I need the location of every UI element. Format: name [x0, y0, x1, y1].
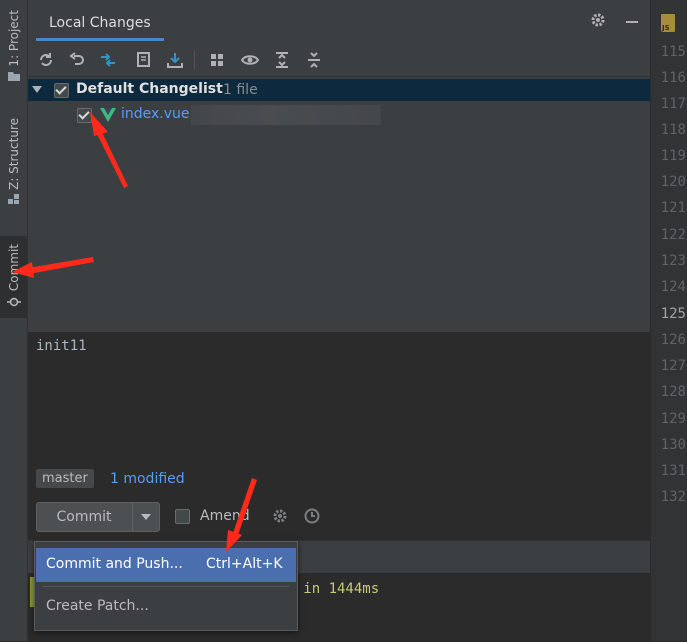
- line-number: 122: [660, 227, 686, 243]
- changelist-name: Default Changelist: [76, 81, 223, 97]
- tool-window-header: Local Changes: [28, 0, 650, 41]
- shelve-icon[interactable]: [132, 48, 156, 72]
- gear-icon[interactable]: [590, 12, 606, 28]
- modified-link[interactable]: 1 modified: [110, 471, 185, 487]
- line-number: 117: [660, 96, 686, 112]
- menu-item-shortcut: Ctrl+Alt+K: [206, 556, 283, 572]
- line-number: 127: [660, 358, 686, 374]
- editor-gutter: JS 115 116 117 118 119 120 121 122 123 1…: [650, 0, 687, 641]
- vue-file-icon: [100, 108, 116, 122]
- line-number: 118: [660, 122, 686, 138]
- line-number: 132: [660, 489, 686, 505]
- menu-item-commit-and-push[interactable]: Commit and Push... Ctrl+Alt+K: [36, 548, 296, 582]
- js-file-icon[interactable]: JS: [661, 14, 675, 32]
- rollback-icon[interactable]: [65, 48, 89, 72]
- commit-icon: [6, 297, 21, 307]
- line-number: 120: [660, 174, 686, 190]
- line-number: 128: [660, 384, 686, 400]
- line-number: 121: [660, 200, 686, 216]
- commit-split-button[interactable]: Commit: [36, 502, 160, 532]
- left-tool-strip: 1: Project Z: Structure Commit: [0, 0, 28, 641]
- update-icon[interactable]: [163, 48, 187, 72]
- line-number: 129: [660, 411, 686, 427]
- history-clock-icon[interactable]: [304, 508, 320, 524]
- file-checkbox[interactable]: [77, 108, 92, 123]
- folder-icon: [7, 71, 20, 81]
- menu-item-create-patch[interactable]: Create Patch...: [36, 592, 296, 622]
- changelist-checkbox[interactable]: [54, 83, 69, 98]
- file-row[interactable]: index.vue: [28, 104, 650, 126]
- diff-icon[interactable]: [96, 48, 120, 72]
- amend-checkbox[interactable]: [175, 509, 190, 524]
- commit-tab[interactable]: Commit: [0, 236, 27, 318]
- line-number: 119: [660, 148, 686, 164]
- structure-icon: [7, 193, 19, 204]
- js-badge: JS: [662, 24, 670, 32]
- line-number: 124: [660, 279, 686, 295]
- commit-message-text: init11: [36, 338, 87, 354]
- amend-label: Amend: [200, 508, 250, 524]
- changes-toolbar: [28, 44, 650, 77]
- line-number: 123: [660, 253, 686, 269]
- line-number-current: 125: [660, 306, 686, 322]
- expand-arrow-icon[interactable]: [32, 85, 42, 95]
- structure-tab-label: Z: Structure: [6, 118, 21, 190]
- changelist-row[interactable]: Default Changelist 1 file: [28, 79, 650, 101]
- commit-dropdown-button[interactable]: [133, 503, 159, 531]
- line-number: 130: [660, 437, 686, 453]
- commit-message-area[interactable]: init11: [28, 332, 650, 456]
- commit-button[interactable]: Commit: [37, 503, 131, 531]
- changes-tree: Default Changelist 1 file index.vue: [28, 77, 650, 330]
- project-tab[interactable]: 1: Project: [0, 10, 27, 100]
- line-number: 131: [660, 463, 686, 479]
- collapse-all-icon[interactable]: [302, 48, 326, 72]
- minimize-icon[interactable]: [624, 12, 640, 28]
- toolbar-divider: [194, 50, 195, 70]
- commit-actions-row: Commit Amend: [28, 496, 650, 540]
- commit-options-gear-icon[interactable]: [272, 508, 288, 524]
- commit-dropdown-menu: Commit and Push... Ctrl+Alt+K Create Pat…: [34, 541, 298, 631]
- commit-status-row: master 1 modified: [28, 456, 650, 496]
- expand-all-icon[interactable]: [270, 48, 294, 72]
- changelist-count: 1 file: [223, 82, 258, 98]
- eye-icon[interactable]: [238, 48, 262, 72]
- line-number: 116: [660, 70, 686, 86]
- file-name: index.vue: [121, 106, 190, 122]
- structure-tab[interactable]: Z: Structure: [0, 118, 27, 218]
- refresh-icon[interactable]: [34, 48, 58, 72]
- blurred-path: [191, 105, 381, 125]
- branch-badge[interactable]: master: [36, 469, 94, 488]
- menu-item-label: Commit and Push...: [46, 556, 183, 572]
- line-number: 126: [660, 332, 686, 348]
- line-number: 115: [660, 44, 686, 60]
- menu-item-label: Create Patch...: [46, 598, 149, 614]
- menu-separator: [43, 586, 289, 587]
- commit-tab-label: Commit: [6, 244, 21, 292]
- project-tab-label: 1: Project: [6, 10, 21, 67]
- tab-local-changes[interactable]: Local Changes: [36, 8, 164, 41]
- chevron-down-icon: [141, 514, 151, 520]
- group-by-icon[interactable]: [206, 48, 230, 72]
